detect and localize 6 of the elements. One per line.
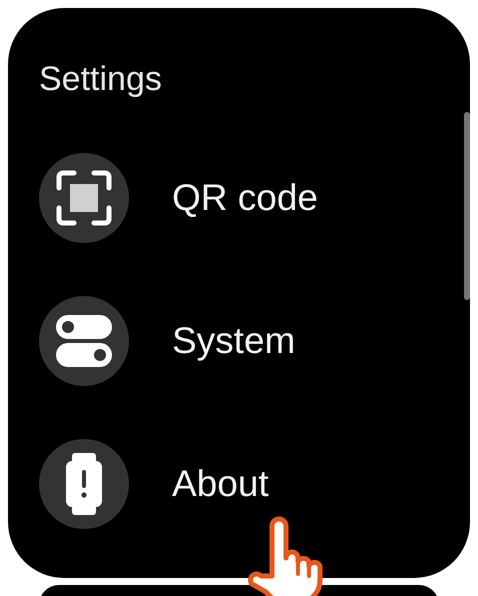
menu-item-label[interactable]: QR code	[172, 176, 318, 218]
qr-scan-icon	[54, 168, 114, 228]
screen-title: Settings	[39, 60, 163, 100]
menu-item-label[interactable]: System	[172, 320, 296, 362]
menu-item-label[interactable]: About	[172, 462, 269, 504]
watch-info-icon	[64, 452, 104, 514]
